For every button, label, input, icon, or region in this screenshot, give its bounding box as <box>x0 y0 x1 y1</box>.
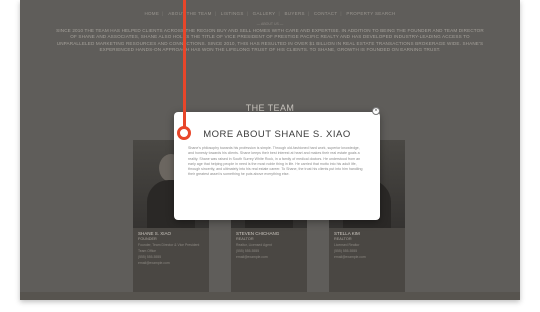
about-paragraph: SINCE 2010 THE TEAM HAS HELPED CLIENTS A… <box>56 28 484 52</box>
team-member-name: SHANE S. XIAO <box>138 231 172 236</box>
nav-separator: | <box>162 11 164 16</box>
team-member-role: REALTOR <box>236 237 254 241</box>
team-member-detail: Founder, Team Director & Vice President <box>138 243 200 247</box>
team-member-role: FOUNDER <box>138 237 157 241</box>
nav-item-contact[interactable]: CONTACT <box>314 11 338 16</box>
nav-separator: | <box>214 11 217 16</box>
nav-separator: | <box>340 11 342 16</box>
footer-bar <box>20 292 520 300</box>
top-navigation: HOME | ABOUT THE TEAM | LISTINGS | GALLERY |… <box>20 11 520 16</box>
team-member-phone: (555) 555-5555 <box>334 249 358 253</box>
nav-item-listings[interactable]: LISTINGS <box>221 11 244 16</box>
modal-title: MORE ABOUT SHANE S. XIAO <box>203 129 351 140</box>
nav-separator: | <box>307 11 310 16</box>
nav-item-buyers[interactable]: BUYERS <box>285 11 305 16</box>
nav-item-property-search[interactable]: PROPERTY SEARCH <box>346 11 395 16</box>
nav-item-about[interactable]: ABOUT THE TEAM <box>168 11 211 16</box>
team-member-email[interactable]: email@example.com <box>236 255 302 259</box>
team-info: STEVEN CHICHANG REALTOR Realtor, License… <box>231 228 307 292</box>
team-member-phone: (555) 555-5555 <box>236 249 260 253</box>
modal-body-text: Shane's philosophy towards his professio… <box>188 146 363 177</box>
nav-item-home[interactable]: HOME <box>144 11 159 16</box>
team-info: SHANE S. XIAO FOUNDER Founder, Team Dire… <box>133 228 209 292</box>
nav-item-gallery[interactable]: GALLERY <box>253 11 276 16</box>
annotation-dot <box>177 126 191 140</box>
section-subtitle: — ABOUT US — <box>256 22 284 26</box>
team-member-name: STELLA KIM <box>334 231 360 236</box>
team-member-detail: Team Office <box>138 249 157 253</box>
team-info: STELLA KIM REALTOR Licensed Realtor (555… <box>329 228 405 292</box>
nav-separator: | <box>246 11 249 16</box>
team-member-detail: Realtor, Licensed Agent <box>236 243 272 247</box>
team-member-name: STEVEN CHICHANG <box>236 231 280 236</box>
team-member-detail: Licensed Realtor <box>334 243 360 247</box>
nav-separator: | <box>278 11 280 16</box>
annotation-line <box>183 0 186 128</box>
team-member-email[interactable]: email@example.com <box>138 261 204 265</box>
team-member-email[interactable]: email@example.com <box>334 255 400 259</box>
bio-modal: MORE ABOUT SHANE S. XIAO Shane's philoso… <box>174 112 380 220</box>
team-member-role: REALTOR <box>334 237 352 241</box>
team-member-phone: (555) 555-5555 <box>138 255 162 259</box>
close-modal-button[interactable]: × <box>372 107 380 115</box>
